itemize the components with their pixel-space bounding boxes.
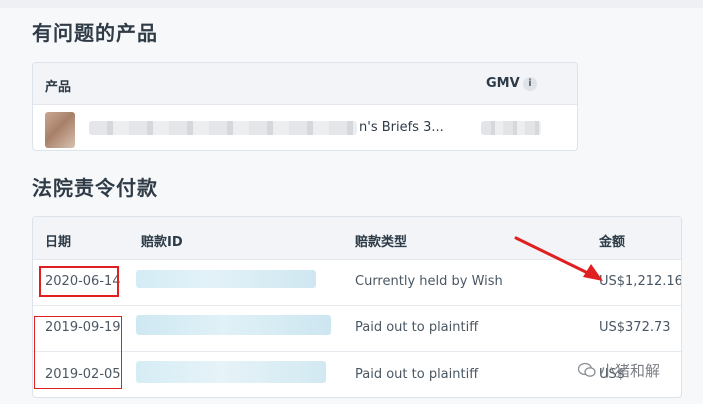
gmv-column-header: GMV	[486, 76, 520, 91]
annotation-box-first-date	[39, 266, 119, 297]
payments-table-header: 日期 赔款ID 赔款类型 金额	[33, 217, 681, 260]
problem-products-table: 产品 GMV i n's Briefs 3...	[32, 62, 578, 151]
payment-type: Paid out to plaintiff	[355, 367, 479, 382]
payment-row[interactable]: 2019-09-19 Paid out to plaintiff US$372.…	[33, 305, 681, 352]
product-thumbnail[interactable]	[45, 112, 75, 148]
payment-id-column-header: 赔款ID	[141, 235, 183, 250]
payment-amount: US$1,212.16	[599, 274, 682, 289]
color-swatches	[47, 146, 73, 150]
watermark-text: 小猪和解	[600, 362, 661, 380]
amount-column-header: 金额	[599, 235, 626, 250]
blurred-payment-id	[136, 270, 316, 288]
wechat-icon	[578, 362, 596, 377]
payment-row[interactable]: 2020-06-14 Currently held by Wish US$1,2…	[33, 259, 681, 306]
payment-type: Paid out to plaintiff	[355, 320, 479, 335]
payment-amount: US$372.73	[599, 320, 671, 335]
product-row[interactable]: n's Briefs 3...	[33, 104, 577, 150]
problem-products-title: 有问题的产品	[32, 21, 158, 45]
annotation-box-other-dates	[34, 316, 122, 389]
info-icon[interactable]: i	[523, 77, 537, 91]
payment-type-column-header: 赔款类型	[355, 235, 408, 250]
products-table-header: 产品 GMV i	[33, 63, 577, 105]
product-name-visible[interactable]: n's Briefs 3...	[359, 120, 444, 135]
blurred-gmv-value	[481, 121, 541, 135]
blurred-payment-id	[136, 361, 326, 383]
top-bar	[0, 0, 703, 8]
payment-type: Currently held by Wish	[355, 274, 503, 289]
date-column-header: 日期	[45, 235, 72, 250]
blurred-payment-id	[136, 315, 331, 335]
blurred-product-name	[89, 121, 357, 135]
court-payments-title: 法院责令付款	[32, 176, 158, 200]
product-column-header: 产品	[45, 80, 72, 95]
